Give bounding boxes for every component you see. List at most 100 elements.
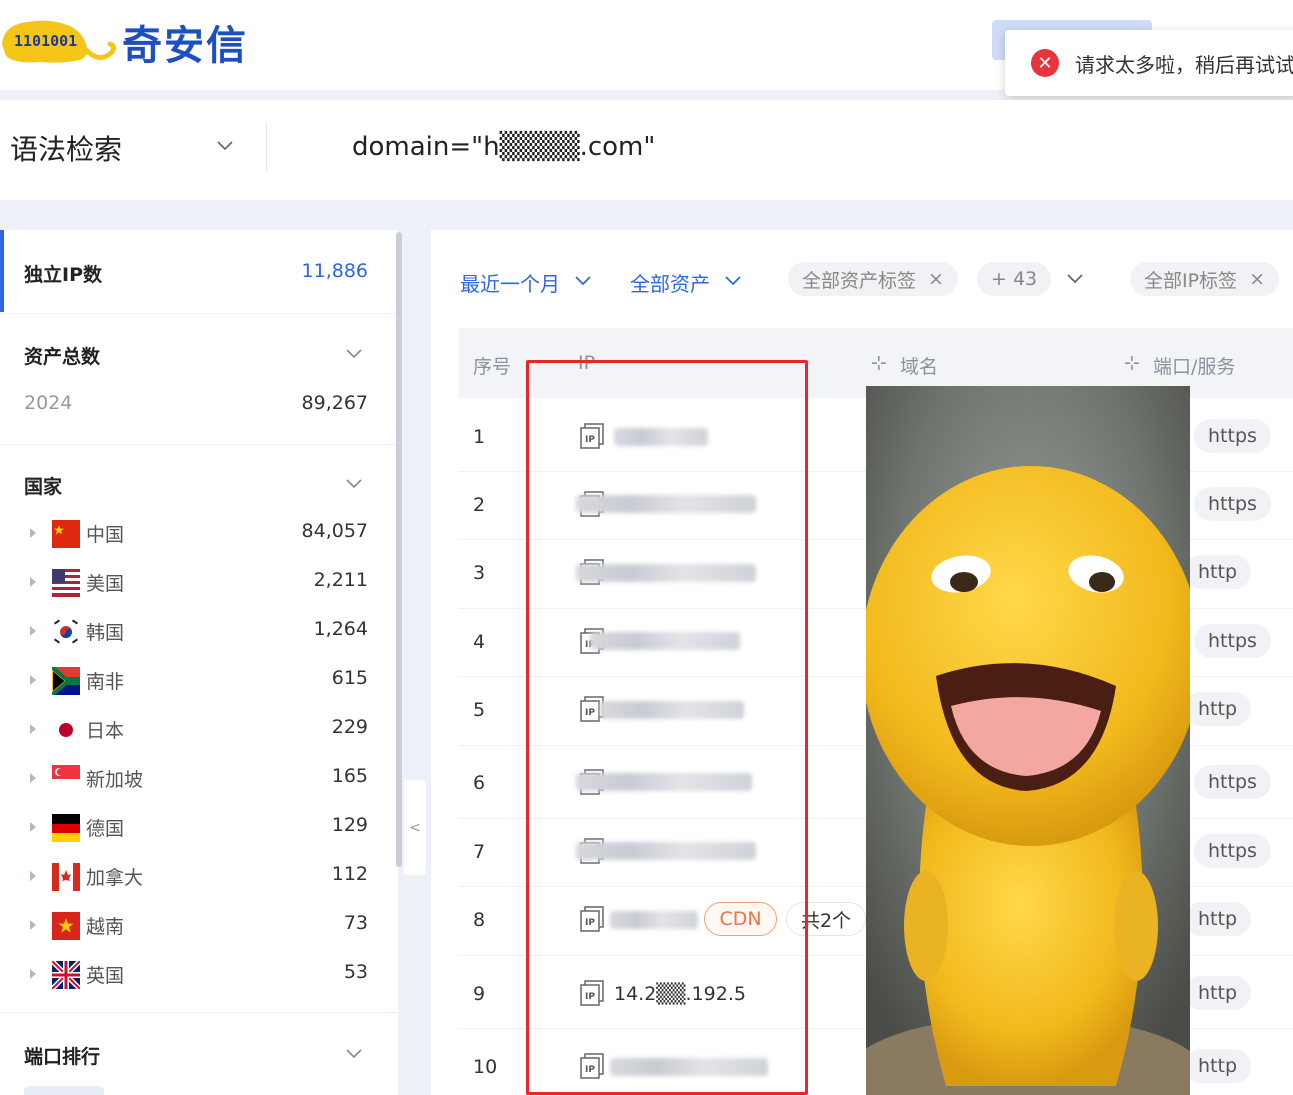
chevron-down-icon[interactable] xyxy=(345,1044,363,1062)
meme-sticker-image xyxy=(866,386,1190,1095)
active-indicator xyxy=(0,230,4,312)
close-icon[interactable]: × xyxy=(928,268,944,290)
row-index: 2 xyxy=(473,494,486,516)
leopard-mascot-icon: 1101001 xyxy=(2,20,117,63)
error-toast: ✕ 请求太多啦，稍后再试试 xyxy=(1005,30,1293,96)
chevron-down-icon[interactable] xyxy=(216,136,234,154)
country-row-ca[interactable]: 加拿大 112 xyxy=(0,857,398,897)
country-name: 美国 xyxy=(86,573,125,595)
country-row-kr[interactable]: 韩国 1,264 xyxy=(0,612,398,652)
time-range-label: 最近一个月 xyxy=(460,272,560,296)
asset-tag-label: 全部资产标签 xyxy=(802,269,917,292)
service-tag[interactable]: http xyxy=(1184,976,1252,1010)
chevron-down-icon[interactable] xyxy=(724,274,742,288)
search-query-input[interactable]: domain="h▒▒▒▒.com" xyxy=(352,132,655,162)
country-row-jp[interactable]: 日本 229 xyxy=(0,710,398,750)
service-tag[interactable]: https xyxy=(1194,487,1271,521)
expand-arrow-icon[interactable] xyxy=(30,920,36,930)
unique-ip-value: 11,886 xyxy=(301,260,368,282)
brand-logo[interactable]: 1101001 奇安信 xyxy=(0,12,248,72)
expand-arrow-icon[interactable] xyxy=(30,871,36,881)
svg-text:1101001: 1101001 xyxy=(14,32,77,50)
time-range-filter[interactable]: 最近一个月 xyxy=(460,268,560,297)
country-count: 2,211 xyxy=(313,569,368,591)
service-tag[interactable]: http xyxy=(1184,902,1252,936)
service-tag[interactable]: https xyxy=(1194,834,1271,868)
toast-message: 请求太多啦，稍后再试试 xyxy=(1075,52,1293,77)
stats-panel: 独立IP数 11,886 资产总数 2024 89,267 国家 中国 84,0… xyxy=(0,230,398,1095)
more-tags-chip[interactable]: + 43 xyxy=(977,262,1052,296)
chevron-down-icon[interactable] xyxy=(574,274,592,288)
panel-scrollbar[interactable] xyxy=(396,232,402,867)
expand-arrow-icon[interactable] xyxy=(30,969,36,979)
row-index: 4 xyxy=(473,631,486,653)
country-name: 加拿大 xyxy=(86,867,144,889)
expand-arrow-icon[interactable] xyxy=(30,724,36,734)
column-sort-icon[interactable]: ⊹ xyxy=(871,352,887,374)
asset-total-value: 89,267 xyxy=(301,392,368,414)
column-index: 序号 xyxy=(473,356,512,378)
yellow-mascot-illustration xyxy=(866,386,1190,1095)
country-name: 中国 xyxy=(86,524,125,546)
chevron-down-icon[interactable] xyxy=(345,474,363,492)
search-mode-select[interactable]: 语法检索 xyxy=(10,128,122,168)
expand-arrow-icon[interactable] xyxy=(30,773,36,783)
row-index: 9 xyxy=(473,983,486,1005)
chevron-down-icon[interactable] xyxy=(1066,272,1084,286)
country-title: 国家 xyxy=(24,476,63,498)
service-tag[interactable]: http xyxy=(1184,1049,1252,1083)
china-flag-icon xyxy=(52,520,80,548)
country-count: 129 xyxy=(331,814,368,836)
row-index: 10 xyxy=(473,1056,498,1078)
service-tag[interactable]: http xyxy=(1184,692,1252,726)
singapore-flag-icon xyxy=(52,765,80,793)
row-index: 7 xyxy=(473,841,486,863)
service-tag[interactable]: http xyxy=(1184,555,1252,589)
country-row-us[interactable]: 美国 2,211 xyxy=(0,563,398,603)
country-row-sg[interactable]: 新加坡 165 xyxy=(0,759,398,799)
country-name: 南非 xyxy=(86,671,125,693)
close-icon[interactable]: × xyxy=(1249,268,1265,290)
country-name: 日本 xyxy=(86,720,125,742)
country-name: 德国 xyxy=(86,818,125,840)
expand-arrow-icon[interactable] xyxy=(30,822,36,832)
country-name: 新加坡 xyxy=(86,769,144,791)
column-port: 端口/服务 xyxy=(1153,356,1236,378)
vietnam-flag-icon xyxy=(52,912,80,940)
service-tag[interactable]: https xyxy=(1194,624,1271,658)
highlight-annotation-box xyxy=(526,360,808,1095)
collapse-panel-button[interactable]: < xyxy=(404,780,426,875)
country-row-gb[interactable]: 英国 53 xyxy=(0,955,398,995)
country-row-vn[interactable]: 越南 73 xyxy=(0,906,398,946)
asset-tag-chip[interactable]: 全部资产标签 × xyxy=(788,262,958,296)
expand-arrow-icon[interactable] xyxy=(30,626,36,636)
country-count: 53 xyxy=(343,961,368,983)
row-index: 5 xyxy=(473,699,486,721)
country-count: 73 xyxy=(343,912,368,934)
chevron-down-icon[interactable] xyxy=(345,344,363,362)
country-count: 229 xyxy=(331,716,368,738)
row-index: 3 xyxy=(473,562,486,584)
asset-scope-filter[interactable]: 全部资产 xyxy=(630,268,710,297)
country-name: 英国 xyxy=(86,965,125,987)
country-count: 84,057 xyxy=(301,520,368,542)
row-index: 8 xyxy=(473,909,486,931)
country-row-cn[interactable]: 中国 84,057 xyxy=(0,514,398,554)
country-row-de[interactable]: 德国 129 xyxy=(0,808,398,848)
country-count: 1,264 xyxy=(313,618,368,640)
expand-arrow-icon[interactable] xyxy=(30,528,36,538)
country-row-za[interactable]: 南非 615 xyxy=(0,661,398,701)
country-count: 112 xyxy=(331,863,368,885)
expand-arrow-icon[interactable] xyxy=(30,577,36,587)
service-tag[interactable]: https xyxy=(1194,765,1271,799)
unique-ip-row[interactable]: 独立IP数 11,886 xyxy=(0,230,398,312)
ip-tag-label: 全部IP标签 xyxy=(1144,269,1238,292)
service-tag[interactable]: https xyxy=(1194,419,1271,453)
column-sort-icon[interactable]: ⊹ xyxy=(1124,352,1140,374)
top-header: 1101001 奇安信 ✕ 请求太多啦，稍后再试试 xyxy=(0,0,1293,96)
ip-tag-chip[interactable]: 全部IP标签 × xyxy=(1130,262,1279,296)
chevron-left-icon: < xyxy=(409,819,421,836)
asset-year: 2024 xyxy=(24,392,73,414)
error-close-icon: ✕ xyxy=(1031,49,1059,77)
expand-arrow-icon[interactable] xyxy=(30,675,36,685)
